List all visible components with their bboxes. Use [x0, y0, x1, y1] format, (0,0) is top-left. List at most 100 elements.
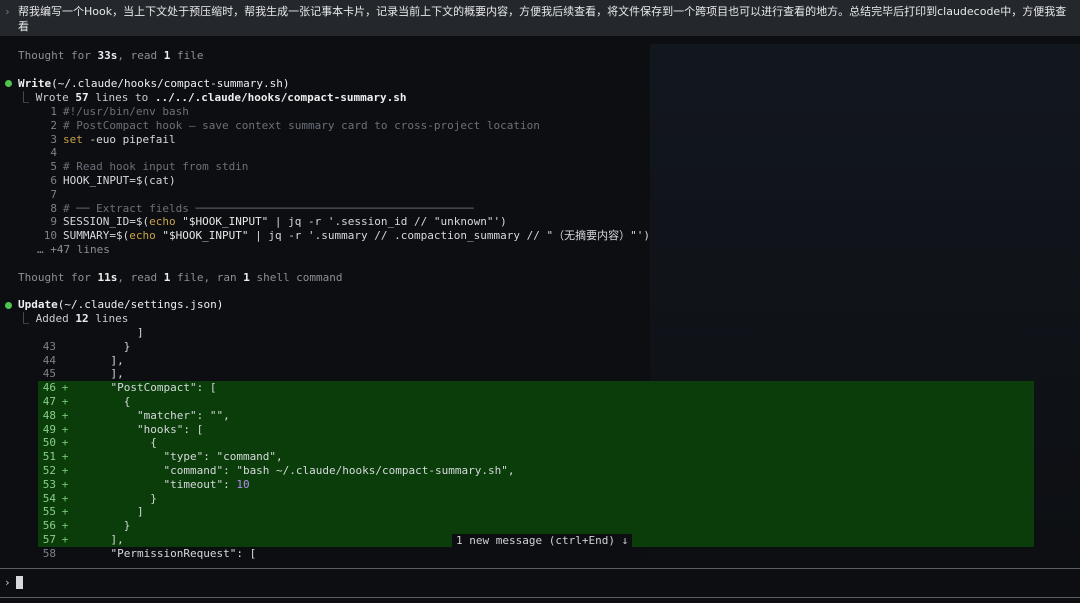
- code-line: 3 set -euo pipefail: [40, 133, 1030, 147]
- code-content: # Read hook input from stdin: [63, 160, 248, 174]
- plus-icon: +: [61, 532, 69, 546]
- line-number: 3: [50, 132, 57, 146]
- plus-icon: +: [61, 463, 69, 477]
- code-content: ],: [84, 532, 124, 547]
- update-tool-header[interactable]: Update(~/.claude/settings.json): [18, 298, 223, 312]
- code-token: # ── Extract fields ────────────────────…: [63, 201, 474, 215]
- code-content: }: [84, 519, 131, 533]
- line-number: 52: [42, 463, 56, 477]
- write-code-block: 1 #!/usr/bin/env bash 2 # PostCompact hook …: [40, 105, 1030, 243]
- expand-more-lines[interactable]: … +47 lines: [37, 243, 110, 257]
- thought-status-1: Thought for 33s, read 1 file: [18, 49, 204, 62]
- success-bullet-icon: [5, 80, 12, 87]
- plus-icon: +: [61, 381, 69, 395]
- line-number: 6: [50, 173, 57, 187]
- line-number: 10: [43, 229, 57, 243]
- code-token: ],: [84, 532, 124, 546]
- code-token: ]: [84, 505, 144, 519]
- code-content: ],: [84, 367, 124, 381]
- code-line: 10 SUMMARY=$(echo "$HOOK_INPUT" | jq -r '…: [40, 229, 1030, 243]
- line-number: 46: [42, 381, 56, 395]
- line-number: 4: [50, 146, 57, 160]
- plus-icon: +: [61, 394, 69, 408]
- diff-added-line: 56 + }: [38, 519, 1034, 533]
- code-token: {: [84, 436, 157, 450]
- write-result: ⎿ Wrote 57 lines to ../../.claude/hooks/…: [18, 91, 407, 104]
- code-token: "command": "bash ~/.claude/hooks/compact…: [84, 463, 515, 477]
- code-token: -euo pipefail: [82, 132, 176, 146]
- line-number: 49: [42, 422, 56, 436]
- code-content: set -euo pipefail: [63, 133, 176, 147]
- line-number: 54: [42, 491, 56, 505]
- code-token: "matcher": "",: [84, 408, 230, 422]
- new-message-indicator[interactable]: 1 new message (ctrl+End) ↓: [452, 534, 633, 548]
- plus-icon: +: [61, 491, 69, 505]
- code-token: "PermissionRequest": [: [84, 546, 257, 560]
- diff-context-line: 45 ],: [38, 367, 1034, 381]
- line-number: 53: [42, 477, 56, 491]
- plus-icon: +: [61, 422, 69, 436]
- code-content: "PermissionRequest": [: [84, 547, 256, 561]
- code-content: #!/usr/bin/env bash: [63, 105, 189, 119]
- code-content: {: [84, 395, 131, 409]
- diff-gutter: [56, 354, 74, 368]
- diff-added-line: 54 + }: [38, 491, 1034, 506]
- line-number: 1: [50, 105, 57, 118]
- code-line: 5 # Read hook input from stdin: [40, 160, 1030, 174]
- input-divider-top: [0, 568, 1080, 569]
- code-token: echo: [129, 229, 156, 243]
- code-token: | jq -r '.summary // .compaction_summary…: [248, 229, 650, 243]
- write-tool-header[interactable]: Write(~/.claude/hooks/compact-summary.sh…: [18, 77, 290, 91]
- plus-icon: +: [61, 477, 69, 491]
- line-number: 47: [42, 394, 56, 408]
- diff-added-line: 51 + "type": "command",: [38, 450, 1034, 464]
- code-content: }: [84, 492, 157, 506]
- diff-gutter: [56, 367, 74, 381]
- line-number: 50: [42, 436, 56, 450]
- code-line: 1 #!/usr/bin/env bash: [40, 105, 1030, 119]
- user-prompt: › 帮我编写一个Hook，当上下文处于预压缩时，帮我生成一张记事本卡片，记录当前…: [0, 0, 1080, 36]
- code-token: SUMMARY=$(: [63, 229, 130, 243]
- prompt-caret-icon: ›: [4, 5, 11, 18]
- code-token: ]: [84, 326, 144, 339]
- chat-input[interactable]: ›: [4, 574, 23, 590]
- code-line: 8 # ── Extract fields ───────────────────…: [40, 202, 1030, 216]
- elbow-connector-icon: ⎿: [18, 91, 29, 104]
- line-number: 8: [50, 201, 57, 215]
- diff-context-line: ]: [38, 326, 1034, 340]
- code-content: "type": "command",: [84, 450, 282, 464]
- line-number: 44: [42, 353, 56, 367]
- code-token: }: [84, 339, 131, 353]
- code-token: #!/usr/bin/env bash: [63, 105, 189, 118]
- code-token: # Read hook input from stdin: [63, 160, 249, 174]
- plus-icon: +: [61, 519, 69, 533]
- thought-status-2: Thought for 11s, read 1 file, ran 1 shel…: [18, 271, 343, 284]
- input-caret-icon: ›: [4, 575, 11, 589]
- line-number: 7: [50, 187, 57, 201]
- line-number: 56: [42, 519, 56, 533]
- code-content: ],: [84, 354, 123, 368]
- code-content: SESSION_ID=$(echo "$HOOK_INPUT" | jq -r …: [63, 215, 507, 229]
- code-token: ],: [84, 367, 124, 381]
- code-token: 10: [236, 477, 250, 491]
- plus-icon: +: [61, 436, 69, 450]
- code-line: 6 HOOK_INPUT=$(cat): [40, 174, 1030, 188]
- code-token: SESSION_ID=$(: [63, 215, 150, 229]
- code-content: }: [84, 339, 131, 354]
- code-token: "$HOOK_INPUT": [155, 229, 249, 243]
- prompt-text: 帮我编写一个Hook，当上下文处于预压缩时，帮我生成一张记事本卡片，记录当前上下…: [18, 5, 1067, 33]
- code-token: HOOK_INPUT=$(cat): [63, 173, 176, 187]
- code-content: SUMMARY=$(echo "$HOOK_INPUT" | jq -r '.s…: [63, 229, 650, 243]
- line-number: 57: [42, 532, 56, 546]
- line-number: 55: [42, 505, 56, 519]
- diff-context-line: 43 }: [38, 340, 1034, 354]
- plus-icon: +: [61, 408, 69, 422]
- code-line: 9 SESSION_ID=$(echo "$HOOK_INPUT" | jq -r…: [40, 215, 1030, 229]
- diff-gutter: [56, 340, 74, 354]
- line-number: 45: [42, 367, 56, 381]
- code-content: "timeout": 10: [84, 477, 250, 492]
- code-content: "PostCompact": [: [84, 381, 216, 395]
- diff-added-line: 46 + "PostCompact": [: [38, 381, 1034, 395]
- code-line: 7: [40, 188, 1030, 202]
- code-token: # PostCompact hook — save context summar…: [63, 118, 540, 132]
